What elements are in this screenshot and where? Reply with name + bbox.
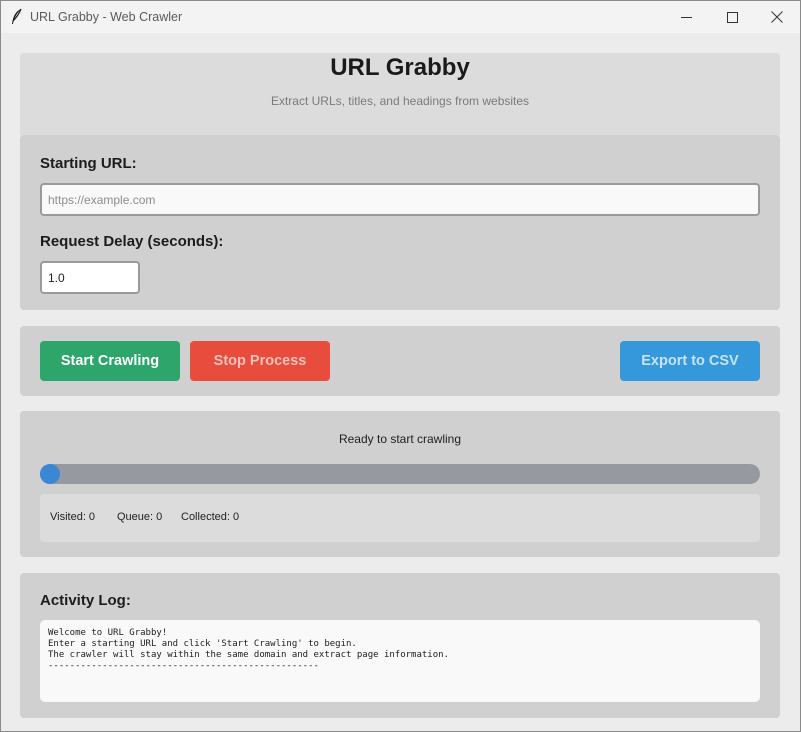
header-panel: URL Grabby Extract URLs, titles, and hea… — [20, 53, 780, 137]
starting-url-input[interactable] — [40, 183, 760, 216]
maximize-button[interactable] — [709, 1, 755, 33]
maximize-icon — [726, 11, 738, 23]
start-crawling-button[interactable]: Start Crawling — [40, 341, 180, 381]
request-delay-label: Request Delay (seconds): — [40, 233, 224, 250]
stop-process-button[interactable]: Stop Process — [190, 341, 330, 381]
progress-panel: Ready to start crawling Visited: 0 Queue… — [20, 411, 780, 557]
app-subtitle: Extract URLs, titles, and headings from … — [270, 94, 530, 108]
activity-log-textarea[interactable]: Welcome to URL Grabby! Enter a starting … — [40, 620, 760, 702]
starting-url-label: Starting URL: — [40, 155, 137, 172]
actions-panel: Start Crawling Stop Process Export to CS… — [20, 326, 780, 396]
title-bar[interactable]: URL Grabby - Web Crawler — [1, 1, 800, 33]
minimize-icon — [680, 16, 692, 18]
log-line: The crawler will stay within the same do… — [48, 650, 449, 660]
queue-count: Queue: 0 — [117, 511, 163, 523]
request-delay-input[interactable] — [40, 261, 140, 294]
collected-count: Collected: 0 — [181, 511, 240, 523]
progress-bar-fill — [40, 464, 60, 484]
close-icon — [771, 11, 783, 23]
input-form-panel: Starting URL: Request Delay (seconds): — [20, 135, 780, 310]
window-title: URL Grabby - Web Crawler — [30, 10, 183, 24]
close-button[interactable] — [754, 1, 800, 33]
progress-bar — [40, 464, 760, 484]
log-line: Enter a starting URL and click 'Start Cr… — [48, 639, 357, 649]
log-line: ----------------------------------------… — [48, 661, 319, 671]
log-line: Welcome to URL Grabby! — [48, 628, 168, 638]
activity-log-label: Activity Log: — [40, 592, 131, 609]
feather-icon — [12, 8, 22, 24]
export-csv-button[interactable]: Export to CSV — [620, 341, 760, 381]
minimize-button[interactable] — [663, 1, 709, 33]
app-window: URL Grabby - Web Crawler URL Grabby Extr… — [0, 0, 801, 732]
stats-box: Visited: 0 Queue: 0 Collected: 0 — [40, 494, 760, 542]
visited-count: Visited: 0 — [50, 511, 96, 523]
status-text: Ready to start crawling — [338, 432, 462, 446]
app-title: URL Grabby — [330, 54, 470, 81]
activity-log-panel: Activity Log: Welcome to URL Grabby! Ent… — [20, 573, 780, 718]
